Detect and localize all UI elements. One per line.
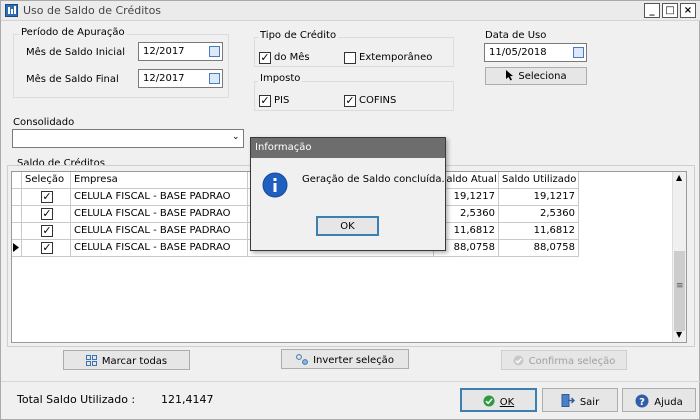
extemporaneo-checkbox[interactable]: [344, 52, 356, 64]
saldo-utilizado-cell[interactable]: 19,1217: [499, 189, 579, 206]
row-select-checkbox[interactable]: ✓: [41, 242, 53, 254]
marcar-todas-button[interactable]: Marcar todas: [63, 350, 190, 370]
calendar-icon[interactable]: [209, 46, 220, 57]
empresa-cell: CELULA FISCAL - BASE PADRAO: [71, 206, 248, 223]
check-circle-icon: [483, 395, 495, 407]
help-icon: ?: [635, 394, 649, 408]
data-uso-field[interactable]: 11/05/2018: [484, 43, 587, 62]
scroll-down-icon[interactable]: ▼: [676, 330, 682, 339]
close-button[interactable]: ×: [680, 3, 696, 18]
mes-inicial-value: 12/2017: [143, 46, 185, 57]
selecao-cell[interactable]: ✓: [22, 189, 71, 206]
extemporaneo-label: Extemporâneo: [359, 52, 433, 63]
row-indicator: [12, 223, 22, 240]
column-header-selecao[interactable]: Seleção: [22, 172, 71, 189]
do-mes-checkbox[interactable]: ✓: [259, 52, 271, 64]
pis-label: PIS: [274, 95, 290, 106]
dialog-title-bar[interactable]: Informação: [251, 138, 445, 158]
consolidado-label: Consolidado: [13, 117, 75, 128]
app-logo-icon: [5, 4, 18, 17]
svg-text:?: ?: [639, 397, 645, 408]
inverter-selecao-label: Inverter seleção: [313, 355, 394, 366]
selecao-cell[interactable]: ✓: [22, 223, 71, 240]
total-label: Total Saldo Utilizado :: [17, 393, 136, 406]
total-value: 121,4147: [161, 393, 214, 406]
ajuda-label: Ajuda: [654, 397, 683, 408]
saldo-utilizado-cell[interactable]: 2,5360: [499, 206, 579, 223]
mes-inicial-label: Mês de Saldo Inicial: [26, 47, 125, 58]
column-header-saldo-utilizado[interactable]: Saldo Utilizado: [499, 172, 579, 189]
ok-button[interactable]: OK: [460, 388, 537, 412]
row-indicator: [12, 189, 22, 206]
chevron-down-icon[interactable]: ⌄: [232, 132, 240, 142]
selecao-cell[interactable]: ✓: [22, 240, 71, 257]
data-uso-value: 11/05/2018: [489, 47, 547, 58]
check-circle-icon: [513, 355, 524, 366]
footer-divider: [1, 381, 700, 382]
grid-scrollbar[interactable]: ▲ ≡ ▼: [672, 172, 686, 342]
empresa-cell: CELULA FISCAL - BASE PADRAO: [71, 240, 248, 257]
mes-final-value: 12/2017: [143, 73, 185, 84]
info-icon: [262, 172, 288, 198]
do-mes-label: do Mês: [274, 52, 310, 63]
ajuda-button[interactable]: ? Ajuda: [622, 388, 696, 412]
saldo-utilizado-cell[interactable]: 88,0758: [499, 240, 579, 257]
scroll-thumb[interactable]: ≡: [674, 251, 685, 331]
main-window: Uso de Saldo de Créditos _ □ × Período d…: [0, 0, 700, 420]
invert-selection-icon: [296, 354, 308, 365]
consolidado-select[interactable]: [12, 129, 244, 148]
seleciona-button[interactable]: Seleciona: [485, 67, 587, 85]
dialog-ok-label: OK: [340, 221, 355, 232]
inverter-selecao-button[interactable]: Inverter seleção: [281, 349, 409, 369]
dialog-title: Informação: [255, 142, 312, 153]
calendar-icon[interactable]: [573, 47, 584, 58]
periodo-apuracao-label: Período de Apuração: [19, 27, 127, 38]
cofins-label: COFINS: [359, 95, 397, 106]
pis-checkbox[interactable]: ✓: [259, 95, 271, 107]
row-indicator: [12, 206, 22, 223]
row-select-checkbox[interactable]: ✓: [41, 208, 53, 220]
minimize-button[interactable]: _: [644, 3, 660, 18]
confirma-selecao-button[interactable]: Confirma seleção: [501, 350, 627, 370]
saldo-utilizado-cell[interactable]: 11,6812: [499, 223, 579, 240]
dialog-ok-button[interactable]: OK: [316, 216, 379, 236]
data-uso-label: Data de Uso: [485, 30, 547, 41]
row-select-checkbox[interactable]: ✓: [41, 191, 53, 203]
selecao-cell[interactable]: ✓: [22, 206, 71, 223]
marcar-todas-label: Marcar todas: [101, 356, 168, 367]
tipo-credito-label: Tipo de Crédito: [258, 30, 339, 41]
info-dialog: Informação Geração de Saldo concluída. O…: [250, 137, 446, 251]
row-indicator: [12, 240, 22, 257]
row-indicator-header: [12, 172, 22, 189]
scroll-up-icon[interactable]: ▲: [676, 173, 682, 182]
sair-button[interactable]: Sair: [542, 388, 618, 412]
current-row-arrow-icon: [13, 243, 19, 252]
imposto-label: Imposto: [258, 73, 303, 84]
ok-label: OK: [499, 397, 515, 408]
empresa-cell: CELULA FISCAL - BASE PADRAO: [71, 223, 248, 240]
exit-door-icon: [561, 394, 575, 407]
column-header-empresa[interactable]: Empresa: [71, 172, 248, 189]
window-title: Uso de Saldo de Créditos: [23, 4, 162, 17]
dialog-message: Geração de Saldo concluída.: [302, 174, 445, 185]
maximize-button[interactable]: □: [662, 3, 678, 18]
cursor-icon: [506, 70, 514, 81]
mes-final-label: Mês de Saldo Final: [26, 74, 119, 85]
cofins-checkbox[interactable]: ✓: [344, 95, 356, 107]
confirma-selecao-label: Confirma seleção: [528, 356, 616, 367]
title-bar: Uso de Saldo de Créditos _ □ ×: [1, 1, 700, 21]
sair-label: Sair: [579, 397, 600, 408]
empresa-cell: CELULA FISCAL - BASE PADRAO: [71, 189, 248, 206]
calendar-icon[interactable]: [209, 73, 220, 84]
grip-icon: ≡: [676, 281, 684, 291]
row-select-checkbox[interactable]: ✓: [41, 225, 53, 237]
seleciona-label: Seleciona: [518, 71, 567, 82]
grid-select-icon: [85, 355, 97, 366]
